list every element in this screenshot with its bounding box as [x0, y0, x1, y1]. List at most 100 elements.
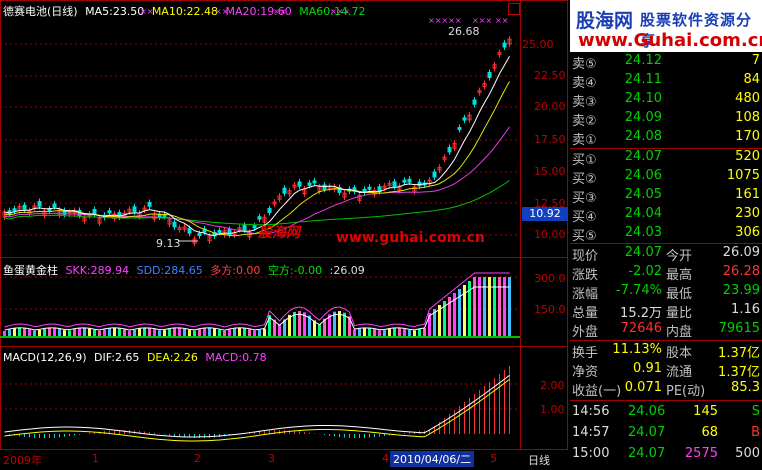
svg-text:××: ×× — [495, 16, 508, 25]
indicator-bar — [88, 328, 91, 337]
sell-order-row[interactable]: 卖⑤ 24.12 7 — [570, 53, 762, 72]
order-price: 24.09 — [624, 110, 662, 125]
candle-body — [392, 181, 397, 188]
order-volume: 230 — [735, 206, 760, 221]
quote-row: 涨幅 -7.74% 最低 23.99 — [570, 283, 762, 302]
indicator-bar — [508, 277, 511, 337]
chart-area[interactable]: 德赛电池(日线) MA5:23.50 MA10:22.48 MA20:19.60… — [0, 0, 568, 470]
quote-value: 26.09 — [722, 245, 760, 260]
order-label: 买② — [572, 172, 597, 187]
candle-body — [457, 127, 462, 131]
indicator-bar — [208, 328, 211, 337]
axis-divider — [520, 0, 521, 450]
stat-label: 收益(一) — [572, 384, 622, 399]
indicator-bar — [143, 328, 146, 337]
watermark-url: www.guhai.com.cn — [336, 230, 485, 246]
order-label: 买④ — [572, 210, 597, 225]
svg-text:×××××: ××××× — [428, 16, 462, 25]
candle-body — [402, 179, 407, 183]
indicator-bar — [358, 328, 361, 337]
indicator-bar — [238, 328, 241, 337]
indicator-bar — [163, 330, 166, 337]
indicator-bar — [203, 328, 206, 337]
indicator-bar — [198, 329, 201, 337]
stat-value: 1.37亿 — [718, 365, 760, 380]
candle-body — [107, 210, 112, 214]
quote-label: 总量 — [572, 306, 599, 321]
quote-value: -2.02 — [628, 264, 662, 279]
indicator-bar — [108, 328, 111, 337]
indicator-bar — [483, 277, 486, 337]
candle-body — [92, 208, 97, 215]
candle-body — [282, 187, 287, 194]
indicator-bar — [183, 328, 186, 337]
order-label: 卖⑤ — [572, 57, 597, 72]
candle-body — [22, 204, 27, 211]
candle-body — [502, 42, 507, 48]
candle-body — [217, 229, 222, 233]
price-tick: 22.50 — [534, 69, 566, 82]
stat-value: 0.91 — [633, 361, 662, 376]
brand-name: 股海网 — [576, 10, 634, 32]
stat-value: 0.071 — [624, 380, 662, 395]
quote-label: 现价 — [572, 249, 599, 264]
buy-order-row[interactable]: 买④ 24.04 230 — [570, 206, 762, 225]
macd-chart — [0, 366, 520, 442]
candle-body — [187, 227, 192, 234]
sell-order-row[interactable]: 卖② 24.09 108 — [570, 110, 762, 129]
indicator-bar — [473, 277, 476, 337]
divider — [570, 243, 762, 244]
tick-time: 14:57 — [572, 425, 610, 440]
candle-body — [147, 202, 152, 207]
indicator-bar — [58, 328, 61, 337]
tick-volume: 145 — [693, 404, 718, 419]
quote-value: 79615 — [718, 321, 760, 336]
indicator-bar — [138, 328, 141, 337]
candle-body — [432, 171, 437, 178]
indicator-bar — [488, 277, 491, 337]
quote-value: -7.74% — [616, 283, 662, 298]
candle-body — [242, 224, 247, 231]
order-price: 24.03 — [624, 225, 662, 240]
tick-volume: 68 — [701, 425, 718, 440]
buy-order-row[interactable]: 买⑤ 24.03 306 — [570, 225, 762, 244]
indicator-bar — [233, 328, 236, 337]
sell-order-row[interactable]: 卖④ 24.11 84 — [570, 72, 762, 91]
candle-body — [172, 221, 177, 228]
indicator-bar — [408, 329, 411, 337]
order-volume: 161 — [735, 187, 760, 202]
indicator-tick: 150.0 — [534, 303, 566, 316]
candle-body — [312, 180, 317, 184]
indicator-bar — [188, 329, 191, 337]
x-axis-month-2: 2 — [194, 452, 201, 465]
quote-label: 涨幅 — [572, 287, 599, 302]
sell-order-row[interactable]: 卖③ 24.10 480 — [570, 91, 762, 110]
buy-order-row[interactable]: 买① 24.07 520 — [570, 149, 762, 168]
indicator-bar — [148, 328, 151, 337]
order-label: 卖② — [572, 114, 597, 129]
divider — [570, 340, 762, 341]
indicator-bar — [398, 328, 401, 337]
indicator-bar — [368, 328, 371, 337]
indicator-bar — [83, 328, 86, 337]
order-volume: 1075 — [726, 168, 760, 183]
indicator-bar — [373, 329, 376, 337]
order-price: 24.05 — [624, 187, 662, 202]
indicator-bar — [13, 328, 16, 337]
svg-text:××: ×× — [273, 7, 286, 16]
buy-order-row[interactable]: 买③ 24.05 161 — [570, 187, 762, 206]
candle-body — [297, 181, 302, 187]
tick-row: 15:00 24.07 2575 500 — [570, 446, 762, 466]
period-label[interactable]: 日线 — [528, 452, 550, 468]
tick-row: 14:56 24.06 145 S — [570, 404, 762, 424]
current-price-tag: 10.92 — [522, 207, 568, 221]
tick-row: 14:57 24.07 68 B — [570, 425, 762, 445]
price-tick: 17.50 — [534, 133, 566, 146]
indicator-bar — [363, 328, 366, 337]
buy-order-row[interactable]: 买② 24.06 1075 — [570, 168, 762, 187]
stat-label: 净资 — [572, 365, 599, 380]
indicator-bar — [218, 329, 221, 337]
sell-order-row[interactable]: 卖① 24.08 170 — [570, 129, 762, 148]
candle-body — [267, 207, 272, 214]
indicator-bar — [173, 328, 176, 337]
